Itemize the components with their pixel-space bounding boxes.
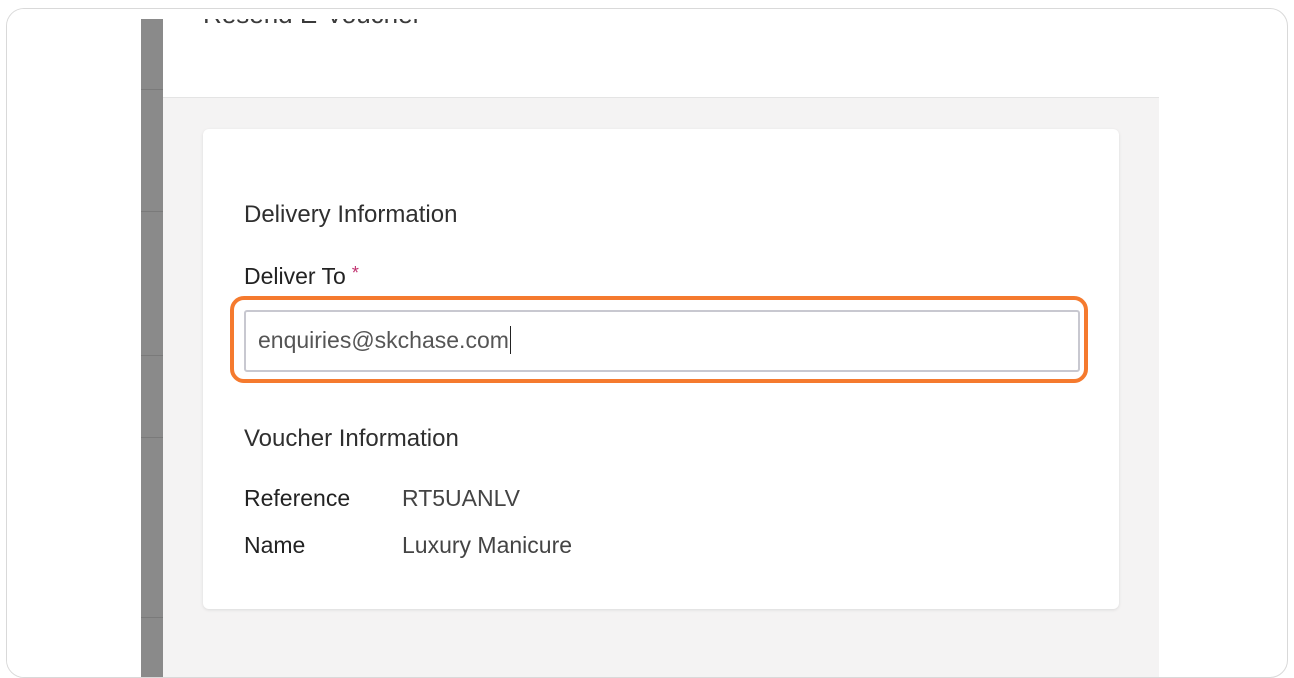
- delivery-section-title: Delivery Information: [244, 201, 458, 228]
- sidebar-divider: [141, 89, 163, 90]
- left-margin: [7, 9, 141, 677]
- page-header: Resend E-Voucher: [163, 19, 1159, 98]
- resend-voucher-card: Delivery Information Deliver To * enquiri…: [203, 129, 1119, 609]
- name-value: Luxury Manicure: [402, 532, 573, 558]
- deliver-to-input[interactable]: enquiries@skchase.com: [244, 310, 1080, 372]
- sidebar-divider: [141, 211, 163, 212]
- deliver-to-input-value: enquiries@skchase.com: [258, 327, 509, 353]
- page-title: Resend E-Voucher: [203, 19, 421, 30]
- text-caret: [509, 326, 511, 354]
- sidebar-divider: [141, 617, 163, 618]
- main-content: Resend E-Voucher Delivery Information De…: [163, 19, 1159, 677]
- deliver-to-label: Deliver To *: [244, 263, 359, 290]
- sidebar-divider: [141, 437, 163, 438]
- voucher-section-title: Voucher Information: [244, 425, 459, 452]
- sidebar-divider: [141, 355, 163, 356]
- required-marker: *: [351, 263, 359, 283]
- voucher-name-row: Name Luxury Manicure: [244, 532, 572, 559]
- reference-value: RT5UANLV: [402, 485, 521, 511]
- voucher-reference-row: Reference RT5UANLV: [244, 485, 520, 512]
- reference-label: Reference: [244, 485, 351, 511]
- deliver-to-label-text: Deliver To: [244, 263, 346, 289]
- screenshot-frame: Resend E-Voucher Delivery Information De…: [6, 8, 1288, 678]
- name-label: Name: [244, 532, 306, 558]
- app-sidebar: [141, 19, 163, 677]
